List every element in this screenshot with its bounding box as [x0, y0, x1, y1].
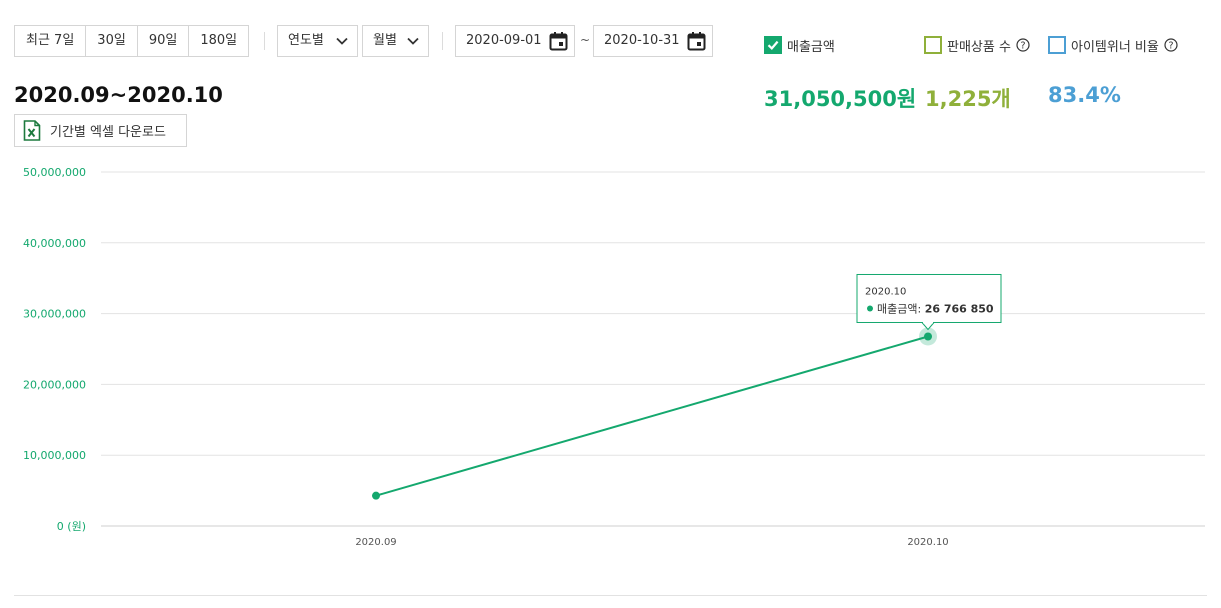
data-point[interactable]	[924, 332, 932, 341]
end-date-input[interactable]: 2020-10-31	[593, 25, 713, 57]
period-180days-button[interactable]: 180일	[189, 26, 248, 56]
y-tick-label: 50,000,000	[23, 166, 86, 179]
divider	[264, 32, 265, 50]
period-button-group: 최근 7일 30일 90일 180일	[14, 25, 250, 57]
tooltip-pointer-mask	[923, 321, 933, 324]
period-7days-button[interactable]: 최근 7일	[15, 26, 87, 56]
y-tick-label: 0 (원)	[57, 520, 86, 533]
period-title: 2020.09~2020.10	[14, 83, 223, 107]
help-icon[interactable]: ?	[1164, 38, 1178, 52]
period-30days-button[interactable]: 30일	[86, 26, 138, 56]
y-tick-label: 40,000,000	[23, 237, 86, 250]
tooltip-value: 매출금액: 26 766 850	[877, 302, 994, 315]
svg-text:?: ?	[1020, 41, 1025, 52]
excel-download-label: 기간별 엑셀 다운로드	[50, 125, 166, 140]
tooltip-title: 2020.10	[865, 286, 906, 297]
excel-file-icon	[23, 120, 41, 141]
products-label: 판매상품 수	[947, 39, 1011, 55]
products-checkbox[interactable]	[924, 36, 942, 54]
products-toggle[interactable]: 판매상품 수 ?	[924, 35, 1030, 55]
tooltip-pointer	[921, 322, 935, 331]
end-date-value: 2020-10-31	[604, 33, 680, 48]
chevron-down-icon	[407, 37, 419, 45]
month-select-label: 월별	[373, 33, 397, 48]
sales-toggle[interactable]: 매출금액	[764, 35, 835, 55]
products-total: 1,225개	[925, 87, 1011, 111]
sales-total: 31,050,500원	[764, 87, 917, 111]
data-point[interactable]	[372, 491, 380, 500]
check-icon	[767, 40, 779, 51]
month-select[interactable]: 월별	[362, 25, 429, 57]
sales-line-chart: 0 (원) 10,000,000 20,000,000 30,000,000 40,00…	[23, 166, 1205, 548]
y-tick-label: 10,000,000	[23, 449, 86, 462]
sales-checkbox[interactable]	[764, 36, 782, 54]
y-tick-label: 30,000,000	[23, 308, 86, 321]
date-range-separator: ~	[580, 33, 591, 47]
item-winner-checkbox[interactable]	[1048, 36, 1066, 54]
calendar-icon[interactable]	[549, 31, 568, 51]
period-90days-button[interactable]: 90일	[138, 26, 190, 56]
divider	[442, 32, 443, 50]
toolbar: 최근 7일 30일 90일 180일 연도별 월별 2020-09-01 ~ 2…	[0, 0, 1221, 70]
sales-series-line	[375, 335, 929, 497]
sales-label: 매출금액	[787, 39, 835, 55]
x-tick-label: 2020.10	[907, 537, 948, 548]
calendar-icon[interactable]	[687, 31, 706, 51]
start-date-value: 2020-09-01	[466, 33, 542, 48]
chevron-down-icon	[336, 37, 348, 45]
excel-download-button[interactable]: 기간별 엑셀 다운로드	[14, 114, 187, 147]
item-winner-toggle[interactable]: 아이템위너 비율 ?	[1048, 35, 1178, 55]
tooltip-series-dot	[867, 305, 873, 312]
help-icon[interactable]: ?	[1016, 38, 1030, 52]
svg-text:?: ?	[1168, 41, 1173, 52]
y-tick-label: 20,000,000	[23, 378, 86, 391]
bottom-divider	[14, 595, 1207, 596]
year-select[interactable]: 연도별	[277, 25, 358, 57]
item-winner-label: 아이템위너 비율	[1071, 39, 1159, 55]
x-tick-label: 2020.09	[355, 537, 396, 548]
start-date-input[interactable]: 2020-09-01	[455, 25, 575, 57]
item-winner-total: 83.4%	[1048, 83, 1121, 107]
year-select-label: 연도별	[288, 33, 324, 48]
